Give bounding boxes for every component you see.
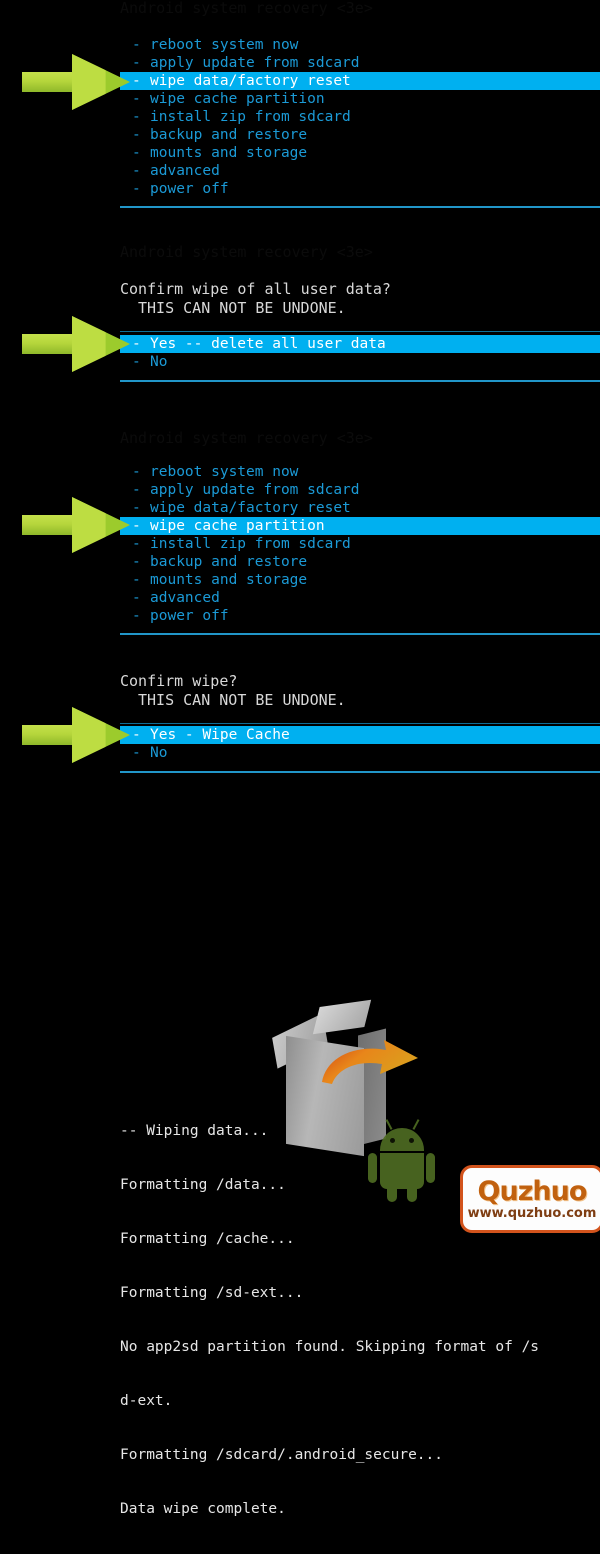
menu-item-label: mounts and storage — [150, 572, 308, 588]
bullet-dash: - — [132, 536, 141, 552]
orange-arrow-icon — [322, 1040, 418, 1084]
menu-item-power-off[interactable]: - power off — [0, 180, 600, 198]
menu-item-label: apply update from sdcard — [150, 55, 360, 71]
bullet-dash: - — [132, 37, 141, 53]
pointer-arrow-confirm-wipe-cache — [22, 707, 130, 763]
box-lid-right — [312, 999, 372, 1035]
confirm-option-yes-delete-all-user-data[interactable]: - Yes -- delete all user data — [120, 335, 600, 353]
menu-item-label: wipe data/factory reset — [150, 73, 351, 89]
bullet-dash: - — [132, 608, 141, 624]
confirm-wipe-cache-subtitle: THIS CAN NOT BE UNDONE. — [138, 691, 346, 709]
bullet-dash: - — [132, 745, 141, 761]
menu-item-label: wipe cache partition — [150, 91, 325, 107]
console-line: Data wipe complete. — [120, 1501, 286, 1517]
confirm-option-label: Yes - Wipe Cache — [150, 727, 290, 743]
console-line: Formatting /sdcard/.android_secure... — [120, 1447, 444, 1463]
site-watermark: Quzhuo www.quzhuo.com — [460, 1165, 600, 1233]
menu-item-advanced[interactable]: - advanced — [0, 162, 600, 180]
menu-item-label: install zip from sdcard — [150, 536, 351, 552]
bullet-dash: - — [132, 181, 141, 197]
menu-item-advanced-2[interactable]: - advanced — [0, 589, 600, 607]
menu-item-label: wipe cache partition — [150, 518, 325, 534]
bullet-dash: - — [132, 500, 141, 516]
menu-item-label: reboot system now — [150, 464, 299, 480]
menu-item-label: advanced — [150, 163, 220, 179]
bullet-dash: - — [132, 91, 141, 107]
bullet-dash: - — [132, 145, 141, 161]
ghost-recovery-header-3: Android system recovery <3e> — [120, 429, 373, 447]
menu-item-label: backup and restore — [150, 554, 308, 570]
menu-item-mounts-and-storage-2[interactable]: - mounts and storage — [0, 571, 600, 589]
console-line: Formatting /sd-ext... — [120, 1285, 304, 1301]
menu-item-label: advanced — [150, 590, 220, 606]
menu-item-label: apply update from sdcard — [150, 482, 360, 498]
menu-item-power-off-2[interactable]: - power off — [0, 607, 600, 625]
menu-item-label: wipe data/factory reset — [150, 500, 351, 516]
confirm-wipe-data-subtitle: THIS CAN NOT BE UNDONE. — [138, 299, 346, 317]
pointer-arrow-wipe-cache — [22, 497, 130, 553]
menu-item-install-zip-from-sdcard[interactable]: - install zip from sdcard — [0, 108, 600, 126]
bullet-dash: - — [132, 127, 141, 143]
confirm-wipe-data-bottom-rule — [120, 380, 600, 382]
menu-item-label: mounts and storage — [150, 145, 308, 161]
bullet-dash: - — [132, 354, 141, 370]
menu-item-backup-and-restore[interactable]: - backup and restore — [0, 126, 600, 144]
bullet-dash: - — [132, 55, 141, 71]
confirm-option-label: No — [150, 745, 168, 761]
recovery-console-output: -- Wiping data... Formatting /data... Fo… — [120, 1086, 600, 1554]
confirm-wipe-cache-top-rule — [120, 723, 600, 724]
console-line: d-ext. — [120, 1393, 173, 1409]
confirm-wipe-cache-bottom-rule — [120, 771, 600, 773]
recovery-tutorial-screenshot: Android system recovery <3e> - reboot sys… — [0, 0, 600, 1517]
bullet-dash: - — [132, 590, 141, 606]
console-line: No app2sd partition found. Skipping form… — [120, 1339, 540, 1355]
bullet-dash: - — [132, 336, 141, 352]
menu-item-reboot-system-now-2[interactable]: - reboot system now — [0, 463, 600, 481]
confirm-option-yes-wipe-cache[interactable]: - Yes - Wipe Cache — [120, 726, 600, 744]
confirm-wipe-cache-title: Confirm wipe? — [120, 672, 238, 690]
menu-item-mounts-and-storage[interactable]: - mounts and storage — [0, 144, 600, 162]
ghost-recovery-header-2: Android system recovery <3e> — [120, 243, 373, 261]
bullet-dash: - — [132, 727, 141, 743]
menu-item-label: install zip from sdcard — [150, 109, 351, 125]
pointer-arrow-wipe-data — [22, 54, 130, 110]
menu-item-backup-and-restore-2[interactable]: - backup and restore — [0, 553, 600, 571]
bullet-dash: - — [132, 572, 141, 588]
menu-item-label: power off — [150, 608, 229, 624]
menu-item-reboot-system-now[interactable]: - reboot system now — [0, 36, 600, 54]
bullet-dash: - — [132, 109, 141, 125]
ghost-recovery-header: Android system recovery <3e> — [120, 0, 373, 17]
bullet-dash: - — [132, 482, 141, 498]
console-line: -- Wiping data... — [120, 1123, 269, 1139]
watermark-brand: Quzhuo — [477, 1175, 588, 1207]
pointer-arrow-confirm-wipe-data — [22, 316, 130, 372]
bullet-dash: - — [132, 554, 141, 570]
bullet-dash: - — [132, 73, 141, 89]
bullet-dash: - — [132, 464, 141, 480]
confirm-option-label: Yes -- delete all user data — [150, 336, 386, 352]
menu-item-wipe-cache-partition-2[interactable]: - wipe cache partition — [120, 517, 600, 535]
menu-item-label: power off — [150, 181, 229, 197]
bullet-dash: - — [132, 163, 141, 179]
menu-item-label: backup and restore — [150, 127, 308, 143]
confirm-wipe-data-title: Confirm wipe of all user data? — [120, 280, 391, 298]
confirm-wipe-data-top-rule — [120, 331, 600, 332]
watermark-url: www.quzhuo.com — [467, 1205, 597, 1221]
bullet-dash: - — [132, 518, 141, 534]
confirm-option-label: No — [150, 354, 168, 370]
menu-item-wipe-data-factory-reset[interactable]: - wipe data/factory reset — [120, 72, 600, 90]
menu-separator-rule-2 — [120, 633, 600, 635]
menu-separator-rule — [120, 206, 600, 208]
menu-item-label: reboot system now — [150, 37, 299, 53]
